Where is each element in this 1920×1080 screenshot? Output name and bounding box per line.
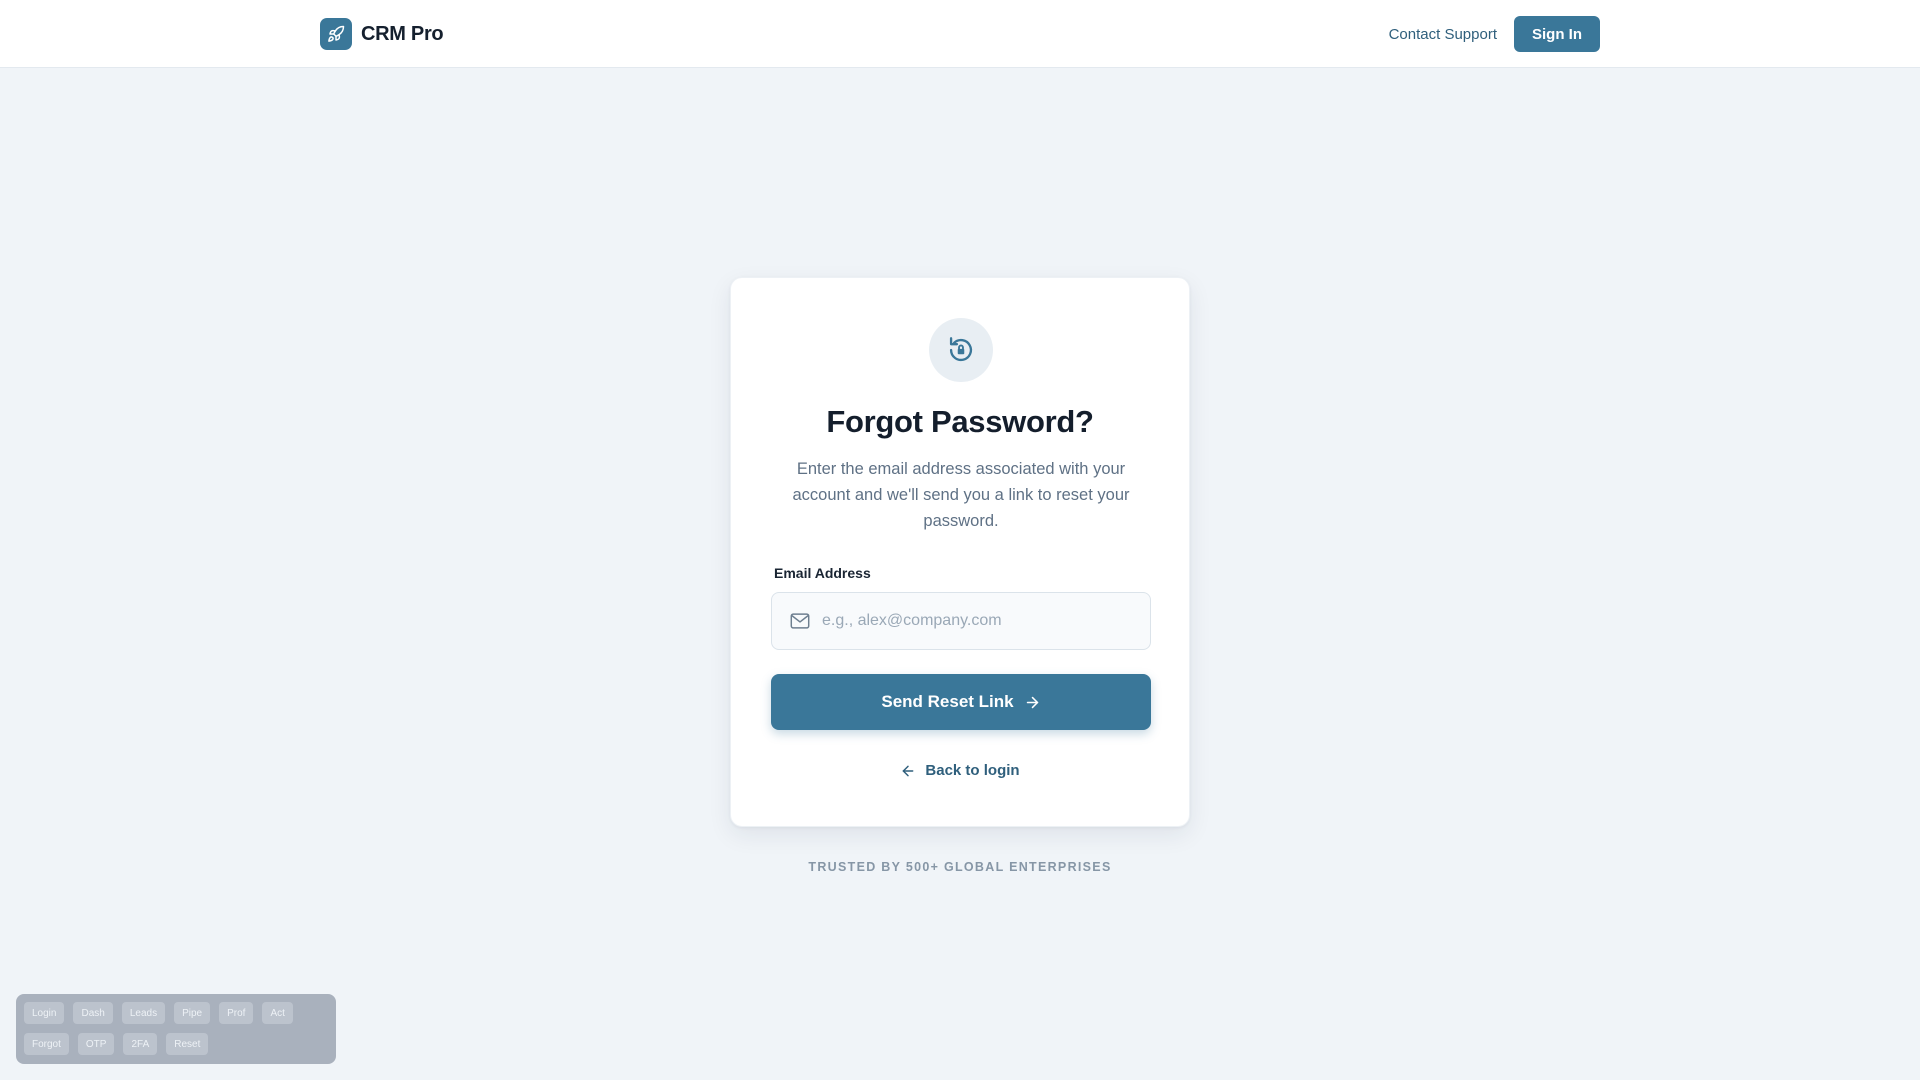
top-navbar: CRM Pro Contact Support Sign In (0, 0, 1920, 68)
dev-chip-otp[interactable]: OTP (77, 1033, 115, 1055)
dev-chip-dash[interactable]: Dash (73, 1002, 113, 1024)
back-to-login-link[interactable]: Back to login (731, 762, 1189, 779)
mail-icon (789, 610, 811, 632)
brand[interactable]: CRM Pro (320, 18, 444, 50)
dev-chip-pipe[interactable]: Pipe (174, 1002, 211, 1024)
rocket-icon (320, 18, 352, 50)
dev-chip-prof[interactable]: Prof (219, 1002, 254, 1024)
email-label: Email Address (774, 565, 871, 581)
dev-chip-login[interactable]: Login (24, 1002, 65, 1024)
dev-chip-leads[interactable]: Leads (121, 1002, 166, 1024)
dev-chip-reset[interactable]: Reset (166, 1033, 209, 1055)
arrow-left-icon (900, 763, 916, 779)
dev-row-1: Login Dash Leads Pipe Prof Act (24, 1002, 328, 1024)
sign-in-button[interactable]: Sign In (1514, 16, 1600, 52)
dev-chip-forgot[interactable]: Forgot (24, 1033, 69, 1055)
page-description: Enter the email address associated with … (792, 460, 1130, 530)
dev-row-2: Forgot OTP 2FA Reset (24, 1033, 328, 1055)
header-actions: Contact Support Sign In (1389, 16, 1600, 52)
dev-chip-act[interactable]: Act (262, 1002, 293, 1024)
lock-reset-icon (929, 318, 993, 382)
brand-name: CRM Pro (361, 22, 444, 45)
send-reset-link-label: Send Reset Link (881, 692, 1014, 711)
email-input[interactable] (822, 612, 1122, 630)
send-reset-link-button[interactable]: Send Reset Link (771, 674, 1151, 730)
contact-support-link[interactable]: Contact Support (1389, 26, 1497, 43)
email-field-wrapper[interactable] (771, 592, 1151, 650)
arrow-right-icon (1024, 694, 1041, 711)
trusted-by-text: TRUSTED BY 500+ GLOBAL ENTERPRISES (808, 860, 1112, 874)
forgot-password-card: Forgot Password? Enter the email address… (730, 277, 1190, 827)
page-title: Forgot Password? (826, 404, 1094, 439)
dev-screen-switcher: Login Dash Leads Pipe Prof Act Forgot OT… (16, 994, 336, 1064)
dev-chip-2fa[interactable]: 2FA (123, 1033, 158, 1055)
back-to-login-label: Back to login (925, 762, 1020, 779)
